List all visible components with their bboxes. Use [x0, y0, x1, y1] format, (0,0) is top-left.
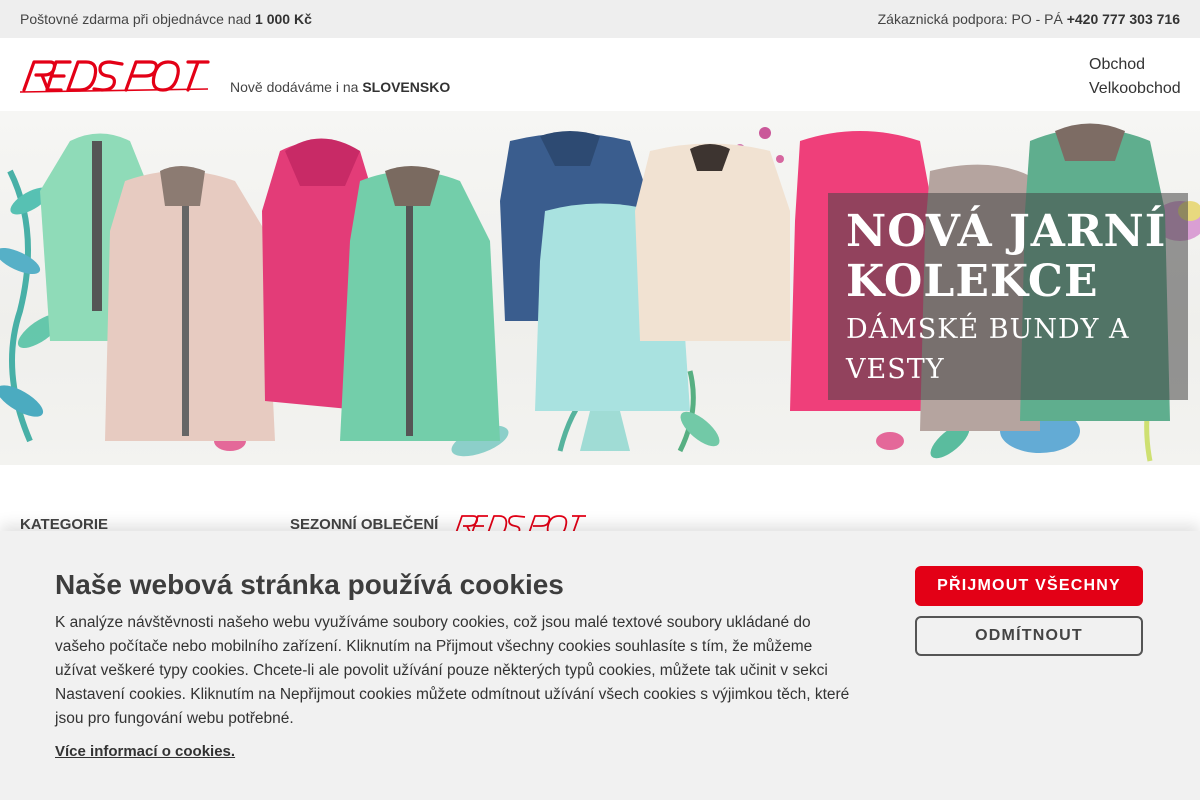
cookie-banner: Naše webová stránka používá cookies K an… — [0, 531, 1200, 800]
category-row: KATEGORIE SEZONNÍ OBLEČENÍ — [0, 465, 1200, 539]
cookie-more-info-link[interactable]: Více informací o cookies. — [55, 743, 235, 760]
delivery-tagline: Nově dodáváme i na SLOVENSKO — [230, 79, 450, 95]
nav-wholesale[interactable]: Velkoobchod — [1089, 77, 1181, 101]
redspot-logo[interactable] — [19, 56, 210, 99]
top-info-bar: Poštovné zdarma při objednávce nad 1 000… — [0, 0, 1200, 38]
main-nav: Obchod Velkoobchod — [1089, 53, 1181, 101]
reject-cookies-button[interactable]: ODMÍTNOUT — [915, 616, 1143, 656]
tagline-text: Nově dodáváme i na — [230, 79, 359, 95]
site-header: Nově dodáváme i na SLOVENSKO Obchod Velk… — [0, 38, 1200, 111]
accept-all-cookies-button[interactable]: PŘIJMOUT VŠECHNY — [915, 566, 1143, 606]
free-shipping-notice: Poštovné zdarma při objednávce nad 1 000… — [20, 11, 312, 27]
hero-title-line-2: KOLEKCE — [846, 256, 1099, 307]
hero-caption: NOVÁ JARNÍ KOLEKCE DÁMSKÉ BUNDY A VESTY — [828, 193, 1188, 400]
shipping-text: Poštovné zdarma při objednávce nad — [20, 11, 252, 27]
hero-subtitle-line-1: DÁMSKÉ BUNDY A — [846, 314, 1130, 345]
hero-title-line-1: NOVÁ JARNÍ — [846, 206, 1167, 257]
support-phone[interactable]: +420 777 303 716 — [1067, 11, 1180, 27]
hero-subtitle-line-2: VESTY — [846, 354, 945, 385]
cookie-title: Naše webová stránka používá cookies — [55, 569, 564, 600]
shipping-amount: 1 000 Kč — [255, 11, 312, 27]
cookie-description: K analýze návštěvnosti našeho webu využí… — [55, 614, 850, 727]
support-text: Zákaznická podpora: PO - PÁ — [877, 11, 1063, 27]
hero-banner[interactable]: NOVÁ JARNÍ KOLEKCE DÁMSKÉ BUNDY A VESTY — [0, 111, 1200, 465]
customer-support: Zákaznická podpora: PO - PÁ +420 777 303… — [878, 11, 1180, 27]
tagline-country: SLOVENSKO — [362, 79, 451, 95]
nav-shop[interactable]: Obchod — [1089, 53, 1181, 77]
